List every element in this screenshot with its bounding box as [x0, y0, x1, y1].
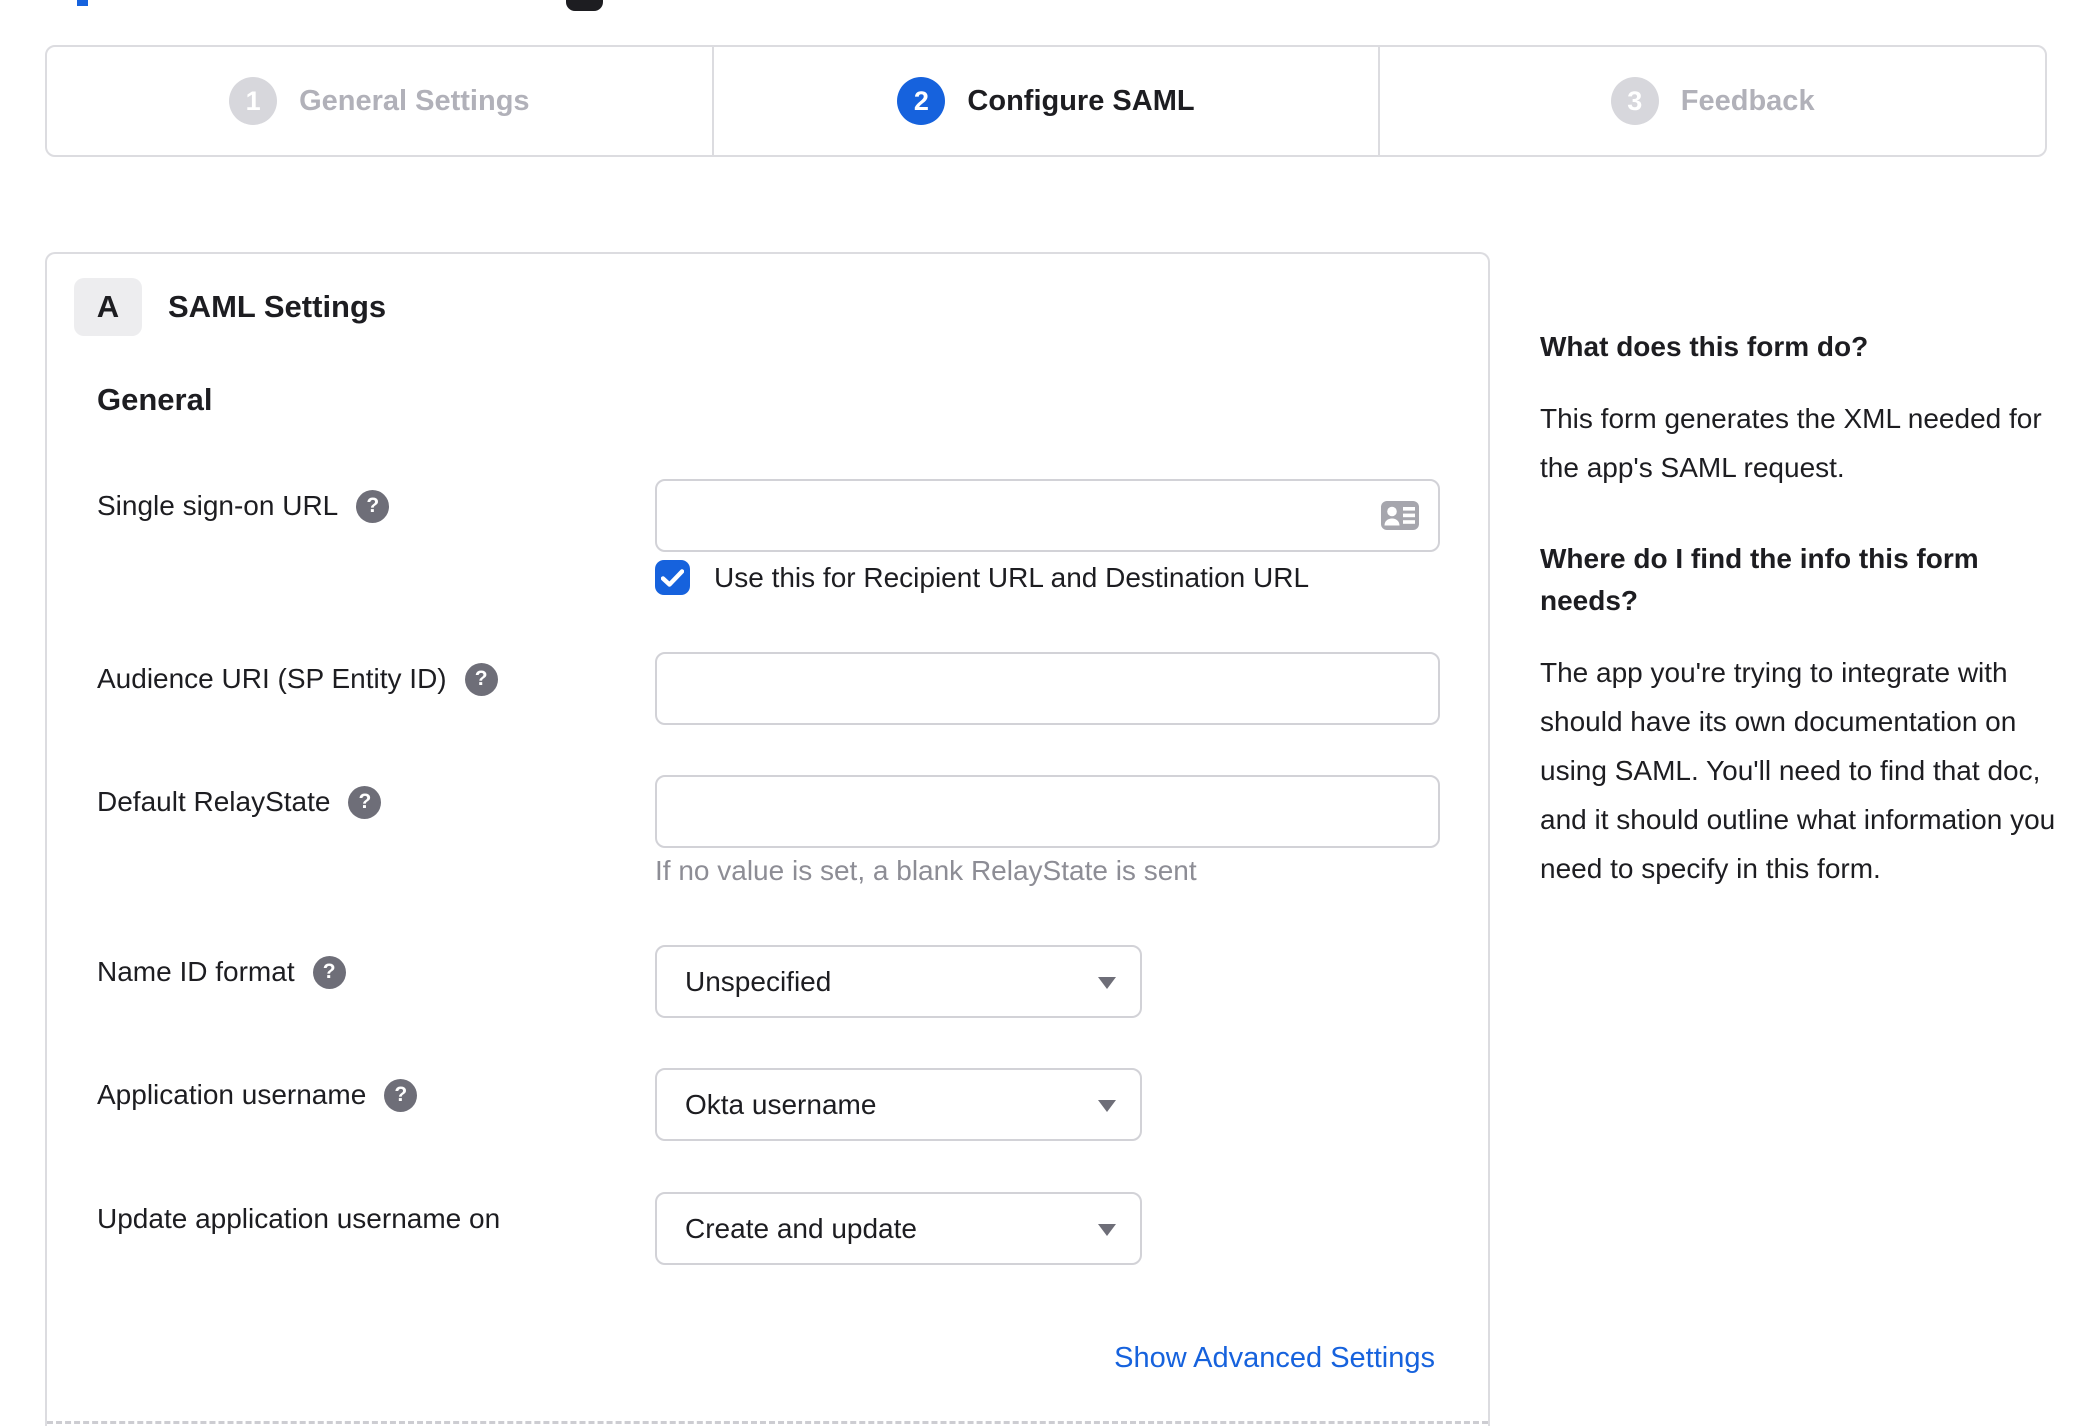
- chevron-down-icon: [1098, 977, 1116, 989]
- app-username-label: Application username: [97, 1079, 367, 1110]
- saml-settings-panel: A SAML Settings General Single sign-on U…: [45, 252, 1490, 1426]
- step-3-label: Feedback: [1680, 84, 1815, 117]
- name-id-format-label: Name ID format: [97, 956, 295, 987]
- step-feedback[interactable]: 3 Feedback: [1378, 47, 2045, 155]
- section-a-badge: A: [74, 278, 142, 336]
- name-id-format-help-icon[interactable]: ?: [312, 955, 346, 989]
- relaystate-hint: If no value is set, a blank RelayState i…: [655, 855, 1197, 886]
- relaystate-label: Default RelayState: [97, 786, 331, 817]
- section-title: SAML Settings: [168, 289, 387, 324]
- step-configure-saml[interactable]: 2 Configure SAML: [711, 47, 1379, 155]
- recipient-url-checkbox[interactable]: [655, 560, 690, 595]
- cutoff-blue-shape: [77, 0, 88, 6]
- step-1-label: General Settings: [299, 84, 530, 117]
- sidebar-body-1: This form generates the XML needed for t…: [1540, 403, 2042, 483]
- name-id-format-label-row: Name ID format ?: [97, 955, 346, 989]
- chevron-down-icon: [1098, 1100, 1116, 1112]
- relaystate-input[interactable]: [655, 775, 1440, 848]
- chevron-down-icon: [1098, 1224, 1116, 1236]
- update-app-username-select[interactable]: Create and update: [655, 1192, 1142, 1265]
- show-advanced-settings-link[interactable]: Show Advanced Settings: [1114, 1342, 1435, 1375]
- sidebar-heading-2: Where do I find the info this form needs…: [1540, 543, 1979, 616]
- sso-url-help-icon[interactable]: ?: [356, 489, 390, 523]
- step-2-label: Configure SAML: [967, 84, 1195, 117]
- step-1-circle: 1: [229, 77, 278, 125]
- name-id-format-value: Unspecified: [685, 965, 832, 997]
- audience-uri-input[interactable]: [655, 652, 1440, 725]
- cutoff-black-shape: [566, 0, 603, 11]
- sidebar-heading-1: What does this form do?: [1540, 331, 1869, 362]
- sso-url-input[interactable]: [655, 479, 1440, 552]
- relaystate-help-icon[interactable]: ?: [348, 785, 382, 819]
- app-username-value: Okta username: [685, 1088, 877, 1120]
- sidebar-body-2: The app you're trying to integrate with …: [1540, 657, 2056, 884]
- checkmark-icon: [661, 568, 684, 587]
- section-header: A SAML Settings: [74, 278, 386, 336]
- step-general-settings[interactable]: 1 General Settings: [47, 47, 712, 155]
- app-username-label-row: Application username ?: [97, 1078, 418, 1112]
- audience-uri-help-icon[interactable]: ?: [464, 662, 498, 696]
- update-app-username-label: Update application username on: [97, 1203, 501, 1234]
- help-sidebar: What does this form do? This form genera…: [1540, 326, 2062, 939]
- app-username-select[interactable]: Okta username: [655, 1068, 1142, 1141]
- general-heading: General: [97, 382, 213, 417]
- app-username-help-icon[interactable]: ?: [384, 1078, 418, 1112]
- step-3-circle: 3: [1610, 77, 1659, 125]
- recipient-url-checkbox-label[interactable]: Use this for Recipient URL and Destinati…: [714, 562, 1309, 594]
- audience-uri-label: Audience URI (SP Entity ID): [97, 663, 447, 694]
- section-dashed-divider: [47, 1421, 1488, 1424]
- relaystate-label-row: Default RelayState ?: [97, 785, 382, 819]
- sso-url-label-row: Single sign-on URL ?: [97, 489, 390, 523]
- recipient-url-checkbox-row: Use this for Recipient URL and Destinati…: [655, 560, 1309, 595]
- sso-url-input-wrap: [655, 479, 1440, 552]
- contact-card-autofill-icon[interactable]: [1380, 500, 1420, 531]
- step-2-circle: 2: [897, 77, 946, 125]
- update-app-username-value: Create and update: [685, 1212, 917, 1244]
- update-app-username-label-row: Update application username on: [97, 1202, 500, 1236]
- audience-uri-label-row: Audience URI (SP Entity ID) ?: [97, 662, 498, 696]
- name-id-format-select[interactable]: Unspecified: [655, 945, 1142, 1018]
- wizard-stepper: 1 General Settings 2 Configure SAML 3 Fe…: [45, 45, 2047, 157]
- sso-url-label: Single sign-on URL: [97, 490, 339, 521]
